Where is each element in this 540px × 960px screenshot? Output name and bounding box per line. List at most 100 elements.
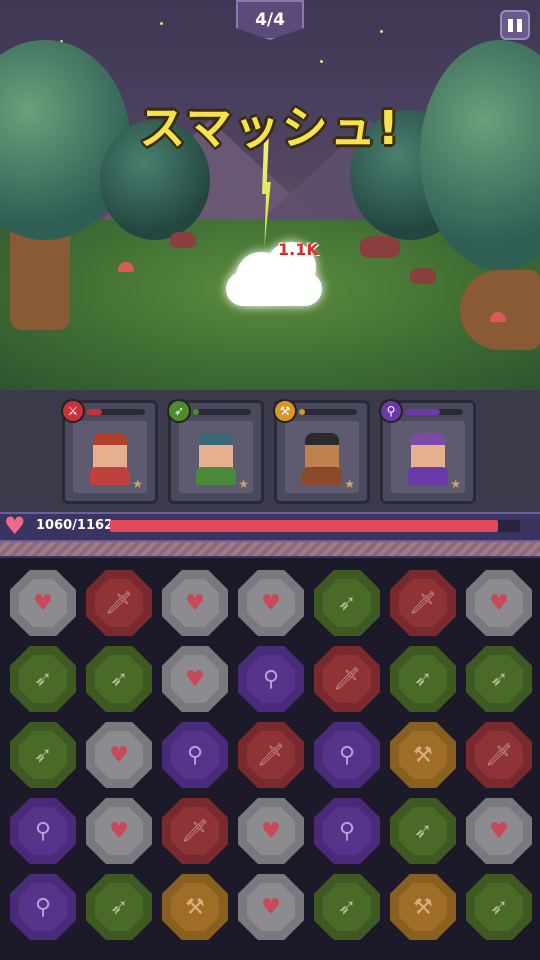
charge-gauge [0, 542, 540, 558]
heart-icon: ♥ [171, 655, 219, 703]
arrow-gem[interactable]: ➶ [314, 874, 380, 940]
arrow-gem[interactable]: ➶ [314, 570, 380, 636]
arrow-gem[interactable]: ➶ [466, 646, 532, 712]
party-hp-track [110, 520, 520, 532]
axe-icon: ⚒ [399, 883, 447, 931]
sword-gem[interactable]: 🗡 [86, 570, 152, 636]
hero-card-warrior[interactable]: ⚔ ★ [61, 399, 158, 504]
staff-gem[interactable]: ⚲ [314, 722, 380, 788]
heart-gem[interactable]: ♥ [162, 646, 228, 712]
log [460, 270, 540, 350]
arrow-gem[interactable]: ➶ [86, 646, 152, 712]
staff-icon: ⚲ [171, 731, 219, 779]
sword-icon: 🗡 [323, 655, 371, 703]
sword-icon: ⚔ [61, 399, 85, 423]
heart-icon: ♥ [247, 883, 295, 931]
rock [410, 268, 436, 284]
heart-icon: ♥ [247, 807, 295, 855]
star-icon: ★ [132, 477, 143, 491]
heart-gem[interactable]: ♥ [238, 570, 304, 636]
sword-icon: 🗡 [399, 579, 447, 627]
heart-icon: ♥ [19, 579, 67, 627]
arrow-icon: ➶ [167, 399, 191, 423]
arrow-gem[interactable]: ➶ [10, 722, 76, 788]
arrow-icon: ➶ [95, 883, 143, 931]
sword-icon: 🗡 [247, 731, 295, 779]
staff-gem[interactable]: ⚲ [162, 722, 228, 788]
arrow-icon: ➶ [323, 579, 371, 627]
rock [170, 232, 196, 248]
skill-charge-fill [87, 409, 102, 415]
heart-gem[interactable]: ♥ [162, 570, 228, 636]
arrow-gem[interactable]: ➶ [86, 874, 152, 940]
sky-star [380, 30, 383, 33]
arrow-icon: ➶ [19, 731, 67, 779]
hero-body [90, 467, 130, 485]
heart-gem[interactable]: ♥ [238, 874, 304, 940]
staff-icon: ⚲ [247, 655, 295, 703]
staff-gem[interactable]: ⚲ [314, 798, 380, 864]
heart-icon: ♥ [247, 579, 295, 627]
staff-icon: ⚲ [323, 731, 371, 779]
staff-gem[interactable]: ⚲ [10, 798, 76, 864]
sky-star [320, 60, 323, 63]
skill-name-text: スマッシュ! [139, 101, 401, 155]
skill-charge-fill [299, 409, 305, 415]
axe-gem[interactable]: ⚒ [390, 874, 456, 940]
heart-icon: ♥ [4, 512, 26, 540]
heart-gem[interactable]: ♥ [10, 570, 76, 636]
sword-gem[interactable]: 🗡 [314, 646, 380, 712]
heart-icon: ♥ [95, 731, 143, 779]
sword-gem[interactable]: 🗡 [390, 570, 456, 636]
arrow-icon: ➶ [19, 655, 67, 703]
arrow-gem[interactable]: ➶ [390, 646, 456, 712]
heart-icon: ♥ [95, 807, 143, 855]
rock [360, 236, 400, 258]
star-icon: ★ [450, 477, 461, 491]
battle-scene: 1.1K スマッシュ! [0, 0, 540, 390]
party-hp-text: 1060/1162 [36, 518, 114, 533]
arrow-gem[interactable]: ➶ [466, 874, 532, 940]
hero-body [302, 467, 342, 485]
mushroom [118, 262, 134, 272]
skill-charge-fill [193, 409, 199, 415]
axe-icon: ⚒ [399, 731, 447, 779]
skill-charge-bar [193, 409, 251, 415]
axe-gem[interactable]: ⚒ [390, 722, 456, 788]
staff-gem[interactable]: ⚲ [238, 646, 304, 712]
heart-gem[interactable]: ♥ [238, 798, 304, 864]
hero-card-pirate[interactable]: ⚒ ★ [273, 399, 370, 504]
heart-gem[interactable]: ♥ [86, 722, 152, 788]
pause-button[interactable] [500, 10, 530, 40]
skill-charge-bar [87, 409, 145, 415]
staff-icon: ⚲ [379, 399, 403, 423]
arrow-gem[interactable]: ➶ [390, 798, 456, 864]
sword-gem[interactable]: 🗡 [162, 798, 228, 864]
arrow-icon: ➶ [323, 883, 371, 931]
staff-icon: ⚲ [323, 807, 371, 855]
sky-star [160, 22, 163, 25]
star-icon: ★ [238, 477, 249, 491]
sword-gem[interactable]: 🗡 [466, 722, 532, 788]
sword-icon: 🗡 [95, 579, 143, 627]
damage-number: 1.1K [278, 240, 319, 259]
sword-gem[interactable]: 🗡 [238, 722, 304, 788]
hero-card-archer[interactable]: ➶ ★ [167, 399, 264, 504]
hero-body [196, 467, 236, 485]
hero-body [408, 467, 448, 485]
skill-charge-fill [405, 409, 440, 415]
heart-gem[interactable]: ♥ [86, 798, 152, 864]
arrow-gem[interactable]: ➶ [10, 646, 76, 712]
arrow-icon: ➶ [399, 807, 447, 855]
party-hp-fill [110, 520, 498, 532]
axe-gem[interactable]: ⚒ [162, 874, 228, 940]
arrow-icon: ➶ [399, 655, 447, 703]
hero-card-mage[interactable]: ⚲ ★ [379, 399, 476, 504]
heart-gem[interactable]: ♥ [466, 798, 532, 864]
heart-gem[interactable]: ♥ [466, 570, 532, 636]
axe-icon: ⚒ [273, 399, 297, 423]
skill-charge-bar [299, 409, 357, 415]
arrow-icon: ➶ [475, 655, 523, 703]
staff-gem[interactable]: ⚲ [10, 874, 76, 940]
staff-icon: ⚲ [19, 883, 67, 931]
